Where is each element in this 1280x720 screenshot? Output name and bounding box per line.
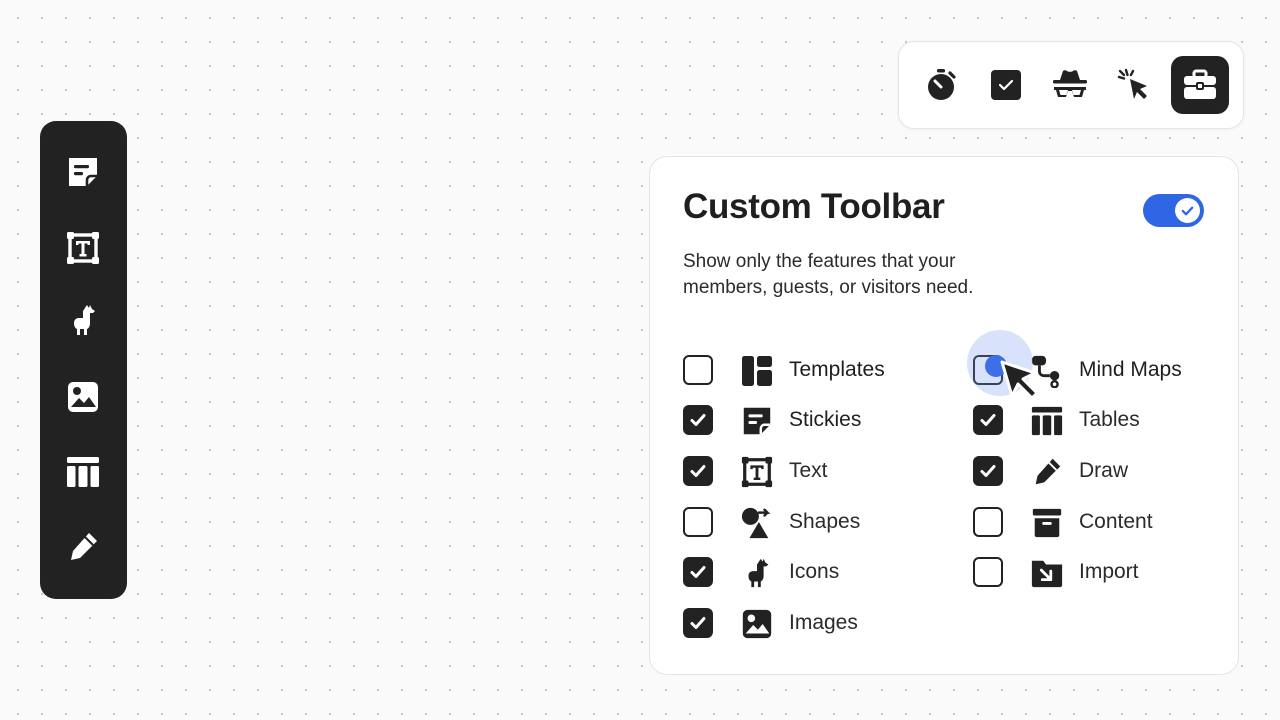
- check-icon: [690, 465, 706, 477]
- timer-button[interactable]: [912, 56, 970, 114]
- stickies-label: Stickies: [789, 408, 862, 431]
- draw-tool-button[interactable]: [64, 528, 102, 566]
- check-icon: [690, 617, 706, 629]
- content-icon: [1029, 505, 1065, 541]
- top-toolbar: [898, 41, 1244, 129]
- icons-label: Icons: [789, 560, 840, 583]
- content-checkbox[interactable]: [973, 507, 1003, 537]
- check-icon: [690, 566, 706, 578]
- llama-icon: [739, 555, 775, 591]
- panel-title: Custom Toolbar: [683, 187, 945, 226]
- toolbox-icon: [1184, 69, 1216, 99]
- import-checkbox[interactable]: [973, 557, 1003, 587]
- check-icon: [1181, 206, 1194, 216]
- incognito-icon: [1053, 70, 1087, 97]
- option-import[interactable]: Import: [973, 555, 1233, 595]
- draw-label: Draw: [1079, 459, 1129, 482]
- option-templates[interactable]: Templates: [683, 353, 943, 393]
- check-icon: [980, 414, 996, 426]
- option-content[interactable]: Content: [973, 505, 1233, 545]
- option-draw[interactable]: Draw: [973, 454, 1233, 494]
- text-label: Text: [789, 459, 828, 482]
- toggle-knob: [1175, 198, 1200, 223]
- tables-tool-button[interactable]: [64, 453, 102, 491]
- templates-label: Templates: [789, 358, 885, 381]
- shapes-checkbox[interactable]: [683, 507, 713, 537]
- image-icon: [68, 382, 98, 412]
- option-images[interactable]: Images: [683, 606, 943, 646]
- text-box-icon: [739, 454, 775, 490]
- stickies-tool-button[interactable]: [64, 153, 102, 191]
- panel-description: Show only the features that your members…: [683, 249, 1013, 301]
- attention-button[interactable]: [1105, 56, 1163, 114]
- custom-toolbar-toggle[interactable]: [1143, 194, 1204, 227]
- voting-button[interactable]: [977, 56, 1035, 114]
- draw-checkbox[interactable]: [973, 456, 1003, 486]
- import-label: Import: [1079, 560, 1139, 583]
- images-checkbox[interactable]: [683, 608, 713, 638]
- option-stickies[interactable]: Stickies: [683, 403, 943, 443]
- mouse-pointer-icon: [1000, 360, 1039, 400]
- description-line-1: Show only the features that your: [683, 251, 956, 272]
- option-icons[interactable]: Icons: [683, 555, 943, 595]
- images-tool-button[interactable]: [64, 378, 102, 416]
- description-line-2: members, guests, or visitors need.: [683, 277, 974, 298]
- option-shapes[interactable]: Shapes: [683, 505, 943, 545]
- content-label: Content: [1079, 510, 1153, 533]
- custom-toolbar-panel: Custom Toolbar Show only the features th…: [649, 156, 1239, 675]
- icons-checkbox[interactable]: [683, 557, 713, 587]
- pencil-icon: [71, 533, 97, 560]
- stickies-checkbox[interactable]: [683, 405, 713, 435]
- text-tool-button[interactable]: [64, 229, 102, 267]
- toolbox-button[interactable]: [1171, 56, 1229, 114]
- side-toolbar: [40, 121, 127, 599]
- templates-icon: [739, 353, 775, 389]
- import-folder-icon: [1029, 555, 1065, 591]
- sticky-note-icon: [69, 158, 97, 186]
- private-mode-button[interactable]: [1041, 56, 1099, 114]
- cursor-click-icon: [1117, 68, 1147, 99]
- sticky-note-icon: [739, 403, 775, 439]
- table-icon: [67, 457, 99, 487]
- shapes-icon: [739, 505, 775, 541]
- pencil-icon: [1029, 454, 1065, 490]
- templates-checkbox[interactable]: [683, 355, 713, 385]
- checkbox-icon: [991, 70, 1021, 100]
- icons-tool-button[interactable]: [64, 301, 102, 339]
- llama-icon: [74, 305, 95, 335]
- text-box-icon: [67, 232, 99, 264]
- images-label: Images: [789, 611, 858, 634]
- text-checkbox[interactable]: [683, 456, 713, 486]
- option-text[interactable]: Text: [683, 454, 943, 494]
- mind-maps-label: Mind Maps: [1079, 358, 1182, 381]
- tables-label: Tables: [1079, 408, 1140, 431]
- image-icon: [739, 606, 775, 642]
- stopwatch-icon: [928, 69, 956, 100]
- check-icon: [690, 414, 706, 426]
- shapes-label: Shapes: [789, 510, 861, 533]
- check-icon: [980, 465, 996, 477]
